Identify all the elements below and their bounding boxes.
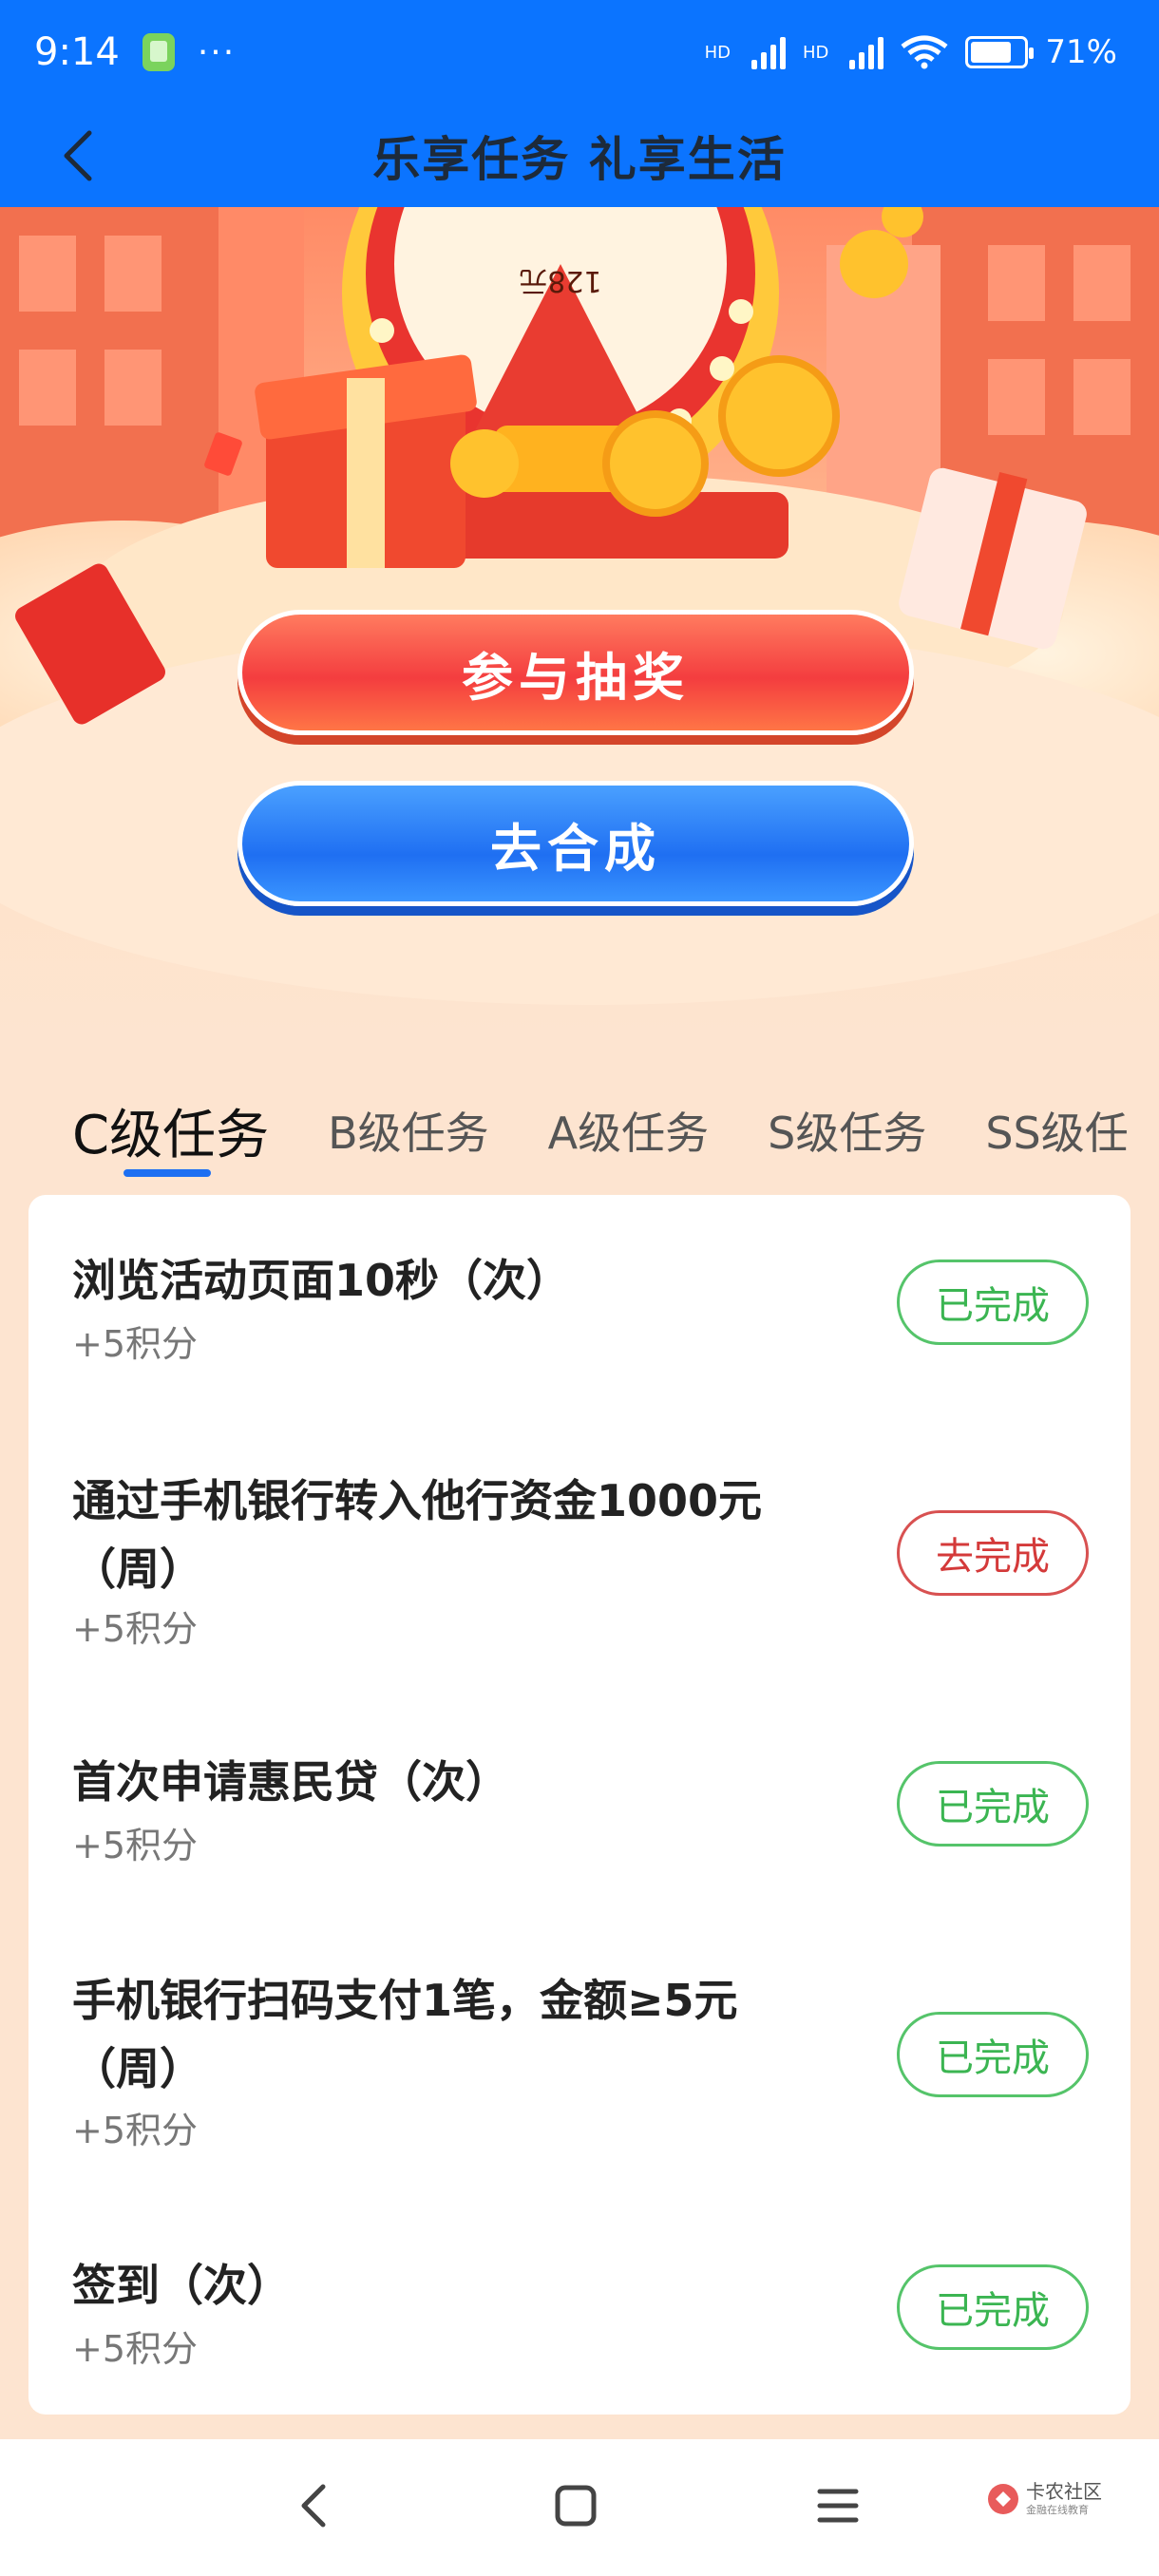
nav-back-icon [301,2484,326,2528]
status-bar: 9:14 ··· HD HD 71% [0,0,1159,104]
signal-icon-1 [751,35,787,69]
task-title: 首次申请惠民贷（次） [72,1756,509,1808]
task-title: 浏览活动页面10秒（次） [72,1255,571,1306]
forum-watermark: 卡农社区 金融在线教育 [986,2481,1102,2517]
task-points: +5积分 [72,1323,199,1365]
forum-logo-icon [988,2484,1018,2514]
task-status-button[interactable]: 去完成 [897,1510,1089,1596]
join-lottery-button[interactable]: 参与抽奖 [238,610,914,735]
back-button[interactable] [49,123,106,188]
tab-s-level[interactable]: S级任务 [768,1099,926,1162]
task-status-button[interactable]: 已完成 [897,1260,1089,1345]
tab-a-level[interactable]: A级任务 [548,1099,709,1162]
tab-c-level[interactable]: C级任务 [72,1092,269,1169]
task-points: +5积分 [72,2110,199,2151]
watermark-subtitle: 金融在线教育 [1026,2504,1089,2516]
nav-home-button[interactable] [547,2477,604,2534]
nav-home-icon [555,2485,597,2527]
tab-ss-level[interactable]: SS级任 [985,1099,1128,1162]
battery-icon [965,36,1035,68]
wheel-prize-text: 128元 [519,264,601,297]
app-notification-icon [142,33,175,71]
task-title: 手机银行扫码支付1笔，金额≥5元（周） [72,1975,738,2094]
page-title: 乐享任务 礼享生活 [372,132,787,187]
tab-b-level[interactable]: B级任务 [328,1099,489,1162]
wifi-icon [901,35,948,69]
task-points: +5积分 [72,1825,199,1866]
task-points: +5积分 [72,2328,199,2370]
task-status-button[interactable]: 已完成 [897,2264,1089,2350]
nav-back-button[interactable] [285,2477,342,2534]
task-points: +5积分 [72,1608,199,1650]
nav-menu-icon [817,2489,859,2523]
task-status-button[interactable]: 已完成 [897,2012,1089,2097]
promo-banner: 128元 参与抽奖 去合成 [0,207,1159,1043]
header-bar: 乐享任务 礼享生活 [0,104,1159,207]
chevron-left-icon [64,130,92,181]
go-combine-button[interactable]: 去合成 [238,781,914,906]
nav-menu-button[interactable] [809,2477,866,2534]
hd-label-2: HD [803,42,829,63]
task-title: 签到（次） [72,2260,291,2311]
battery-percent: 71% [1045,33,1117,71]
signal-icon-2 [849,35,884,69]
task-status-button[interactable]: 已完成 [897,1761,1089,1847]
active-tab-indicator [124,1169,211,1177]
system-nav-bar: 卡农社区 金融在线教育 [0,2439,1159,2576]
task-title: 通过手机银行转入他行资金1000元（周） [72,1475,763,1595]
hd-label-1: HD [704,42,732,63]
task-list-card: 浏览活动页面10秒（次） +5积分 已完成 通过手机银行转入他行资金1000元（… [28,1195,1130,2415]
more-notifications-icon: ··· [197,32,237,72]
watermark-title: 卡农社区 [1026,2480,1102,2503]
status-time: 9:14 [34,30,120,74]
